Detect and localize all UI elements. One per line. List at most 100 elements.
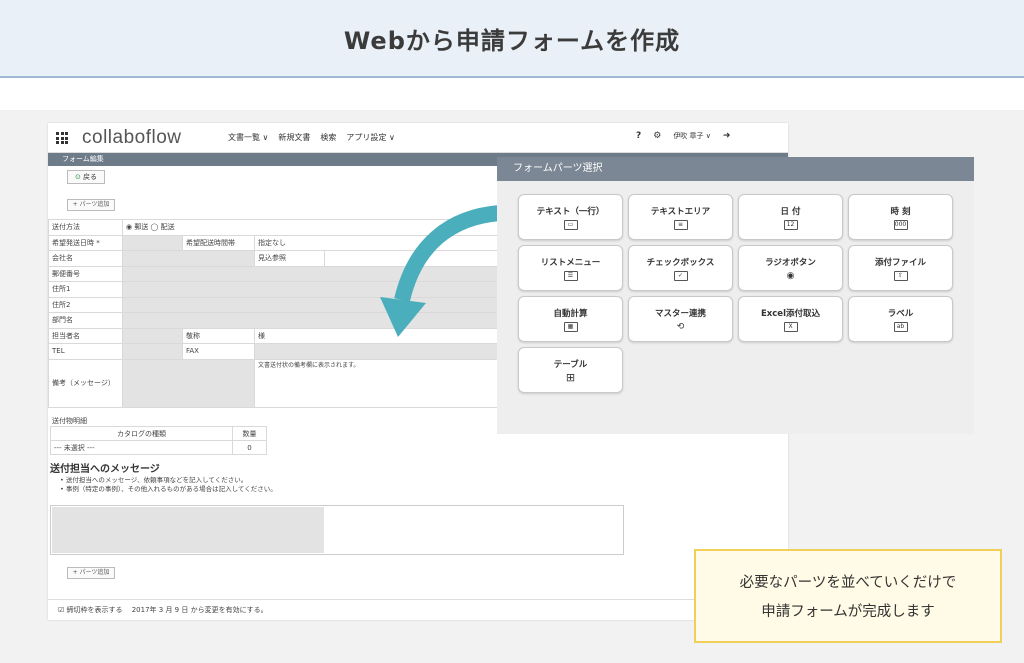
tile-label: ラジオボタン bbox=[765, 257, 816, 268]
list-menu-icon: ☰ bbox=[563, 270, 578, 281]
column-header: 数量 bbox=[232, 426, 267, 441]
time-icon: 000 bbox=[893, 219, 908, 230]
catalog-section-label: 送付物明細 bbox=[52, 417, 87, 425]
nav-documents[interactable]: 文書一覧 ∨ bbox=[228, 132, 268, 143]
help-icon[interactable]: ? bbox=[636, 131, 641, 141]
tile-label: 添付ファイル bbox=[874, 257, 926, 268]
banner-title: Webから申請フォームを作成 bbox=[343, 26, 681, 55]
nav-search[interactable]: 検索 bbox=[320, 132, 336, 143]
footer-settings[interactable]: ☑ 締切枠を表示する 2017年 3 月 9 日 から変更を有効にする。 bbox=[48, 599, 788, 620]
field-label: FAX bbox=[182, 343, 255, 360]
gear-icon[interactable]: ⚙ bbox=[653, 131, 661, 141]
part-date[interactable]: 日 付 12 bbox=[738, 194, 843, 240]
tile-label: 日 付 bbox=[780, 206, 801, 217]
column-header: カタログの種類 bbox=[50, 426, 233, 441]
tile-label: テキストエリア bbox=[650, 206, 711, 217]
tile-label: ラベル bbox=[887, 308, 914, 319]
add-parts-button[interactable]: + パーツ追加 bbox=[67, 199, 115, 211]
text-field-icon: ▭ bbox=[563, 219, 578, 230]
nav-app-settings[interactable]: アプリ設定 ∨ bbox=[346, 132, 394, 143]
form-parts-panel: フォームパーツ選択 テキスト（一行） ▭ テキストエリア ≡ 日 付 12 時 刻 00… bbox=[497, 157, 974, 434]
tile-label: リストメニュー bbox=[540, 257, 601, 268]
part-list-menu[interactable]: リストメニュー ☰ bbox=[518, 245, 623, 291]
field-label: 担当者名 bbox=[48, 327, 123, 344]
radio-icon: ◉ bbox=[786, 270, 795, 281]
message-title: 送付担当へのメッセージ bbox=[50, 464, 160, 475]
part-attachment[interactable]: 添付ファイル ⇧ bbox=[848, 245, 953, 291]
remarks-field[interactable] bbox=[122, 358, 255, 408]
app-logo[interactable]: collaboflow bbox=[82, 127, 182, 149]
part-radio[interactable]: ラジオボタン ◉ bbox=[738, 245, 843, 291]
add-parts-button-bottom[interactable]: + パーツ追加 bbox=[67, 567, 115, 579]
part-master-link[interactable]: マスター連携 ⟲ bbox=[628, 296, 733, 342]
part-time[interactable]: 時 刻 000 bbox=[848, 194, 953, 240]
part-table[interactable]: テーブル ⊞ bbox=[518, 347, 623, 393]
field-label: 備考（メッセージ） bbox=[48, 358, 123, 408]
part-label[interactable]: ラベル ab bbox=[848, 296, 953, 342]
catalog-select[interactable]: --- 未選択 --- bbox=[50, 440, 233, 455]
field-label: 住所1 bbox=[48, 281, 123, 298]
attachment-icon: ⇧ bbox=[893, 270, 908, 281]
message-textarea[interactable] bbox=[50, 505, 624, 555]
label-icon: ab bbox=[893, 321, 908, 332]
tile-label: テキスト（一行） bbox=[536, 206, 605, 217]
slide: Webから申請フォームを作成 collaboflow 文書一覧 ∨ 新規文書 検… bbox=[0, 0, 1024, 663]
user-menu[interactable]: 伊吹 章子 ∨ bbox=[673, 131, 711, 141]
remarks-note: 文書送付状の備考欄に表示されます。 bbox=[254, 358, 500, 408]
part-auto-calc[interactable]: 自動計算 ▦ bbox=[518, 296, 623, 342]
arrow-icon bbox=[380, 205, 501, 337]
table-row: カタログの種類 数量 bbox=[50, 426, 267, 441]
tile-label: 時 刻 bbox=[890, 206, 911, 217]
back-button[interactable]: ⊙ 戻る bbox=[67, 170, 105, 184]
part-text-single[interactable]: テキスト（一行） ▭ bbox=[518, 194, 623, 240]
field-label: 希望発送日時 * bbox=[48, 234, 123, 251]
date-field[interactable] bbox=[122, 234, 183, 251]
field-label: 見込参照 bbox=[254, 250, 325, 267]
tile-label: 自動計算 bbox=[553, 308, 588, 319]
top-right-controls: ? ⚙ 伊吹 章子 ∨ ➜ bbox=[636, 131, 730, 141]
sync-icon: ⟲ bbox=[676, 321, 685, 332]
tile-label: チェックボックス bbox=[646, 257, 715, 268]
calendar-icon: 12 bbox=[783, 219, 798, 230]
logout-icon[interactable]: ➜ bbox=[723, 131, 731, 141]
back-icon: ⊙ bbox=[74, 173, 84, 181]
company-field[interactable] bbox=[122, 250, 255, 267]
field-label: 送付方法 bbox=[48, 219, 123, 236]
quantity-field[interactable]: 0 bbox=[232, 440, 267, 455]
callout-line2: 申請フォームが完成します bbox=[761, 604, 935, 620]
tel-field[interactable] bbox=[122, 343, 183, 360]
field-label: TEL bbox=[48, 343, 123, 360]
app-grid-icon[interactable] bbox=[56, 132, 68, 144]
panel-title: フォームパーツ選択 bbox=[497, 157, 974, 181]
excel-icon: X bbox=[783, 321, 798, 332]
form-row: 備考（メッセージ） 文書送付状の備考欄に表示されます。 bbox=[48, 358, 500, 408]
calculator-icon: ▦ bbox=[563, 321, 578, 332]
list-item: • 事例（特定の事例）、その他入れるものがある場合は記入してください。 bbox=[60, 485, 277, 493]
back-button-label: 戻る bbox=[83, 173, 98, 181]
callout-line1: 必要なパーツを並べていくだけで bbox=[739, 575, 957, 591]
field-label: 敬称 bbox=[182, 327, 255, 344]
field-label: 希望配送時間帯 bbox=[182, 234, 255, 251]
nav-new-document[interactable]: 新規文書 bbox=[278, 132, 310, 143]
message-textarea-fill bbox=[52, 507, 324, 553]
header-banner: Webから申請フォームを作成 bbox=[0, 0, 1024, 78]
part-excel-import[interactable]: Excel添付取込 X bbox=[738, 296, 843, 342]
field-label: 郵便番号 bbox=[48, 265, 123, 282]
list-item: • 送付担当へのメッセージ、依頼事項などを記入してください。 bbox=[60, 476, 248, 484]
top-navbar: collaboflow 文書一覧 ∨ 新規文書 検索 アプリ設定 ∨ ? ⚙ 伊… bbox=[48, 123, 788, 153]
field-label: 部門名 bbox=[48, 312, 123, 329]
part-checkbox[interactable]: チェックボックス ✓ bbox=[628, 245, 733, 291]
form-row: TEL FAX bbox=[48, 343, 500, 360]
text-area-icon: ≡ bbox=[673, 219, 688, 230]
catalog-table: カタログの種類 数量 --- 未選択 --- 0 bbox=[50, 426, 267, 455]
tile-label: Excel添付取込 bbox=[760, 308, 820, 319]
callout-box: 必要なパーツを並べていくだけで 申請フォームが完成します bbox=[694, 549, 1002, 643]
table-row: --- 未選択 --- 0 bbox=[50, 440, 267, 455]
fax-field[interactable] bbox=[254, 343, 500, 360]
part-text-area[interactable]: テキストエリア ≡ bbox=[628, 194, 733, 240]
field-label: 住所2 bbox=[48, 296, 123, 313]
checkbox-icon: ✓ bbox=[673, 270, 688, 281]
top-nav: 文書一覧 ∨ 新規文書 検索 アプリ設定 ∨ bbox=[228, 132, 395, 143]
contact-name-field[interactable] bbox=[122, 327, 183, 344]
tile-label: マスター連携 bbox=[654, 308, 706, 319]
